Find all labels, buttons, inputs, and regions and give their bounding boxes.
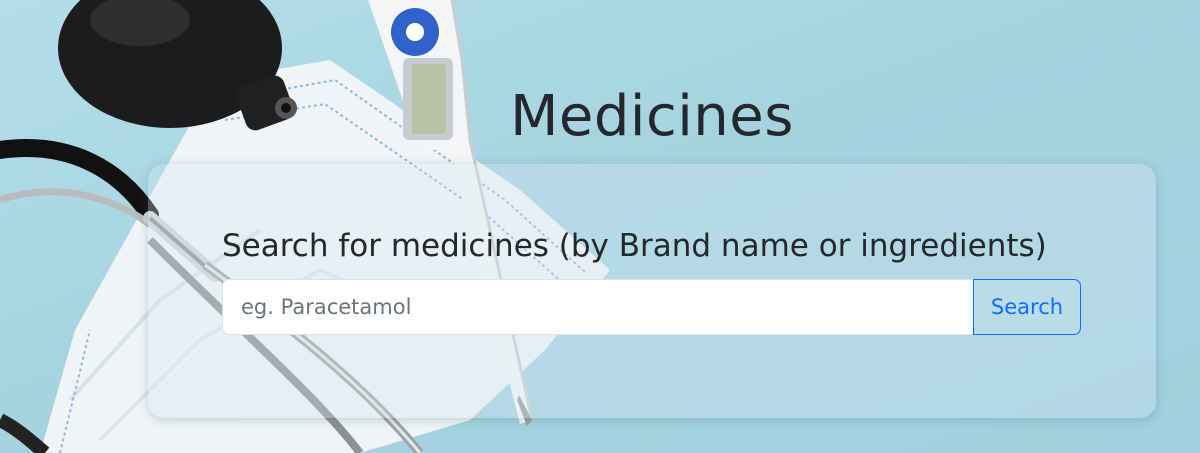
search-input-group: Search	[222, 279, 1081, 335]
page-title: Medicines	[510, 84, 794, 149]
search-heading: Search for medicines (by Brand name or i…	[222, 228, 1047, 264]
search-card: Search for medicines (by Brand name or i…	[148, 164, 1156, 418]
search-button[interactable]: Search	[973, 279, 1081, 335]
search-input[interactable]	[222, 279, 973, 335]
